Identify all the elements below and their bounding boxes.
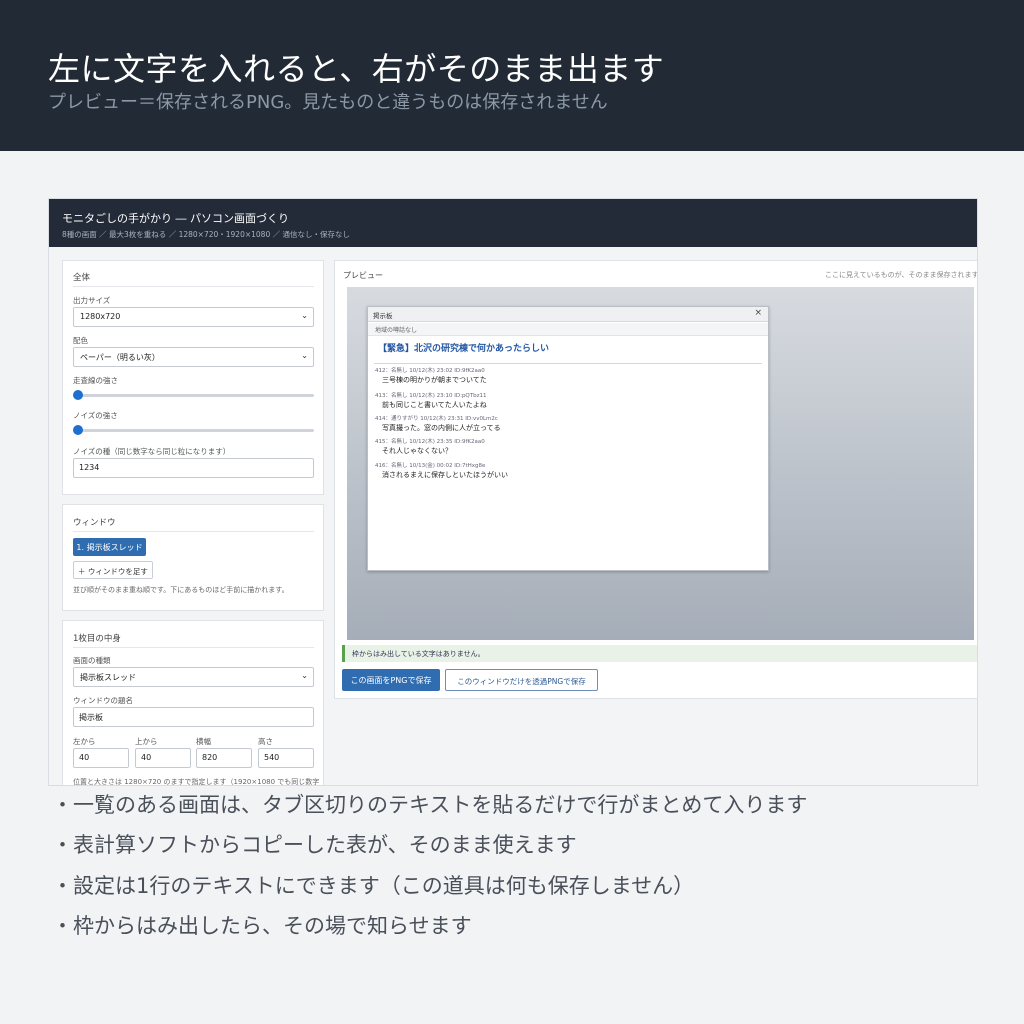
chevron-down-icon: ⌄ [301,311,308,320]
output-size-label: 出力サイズ [73,296,111,305]
slider-thumb[interactable] [73,390,83,400]
height-input[interactable]: 540 [258,748,314,768]
post-meta: 414：通りすがり 10/12(木) 23:31 ID:vv0Lm2c [375,416,498,422]
post-body: 三号棟の明かりが朝までついてた [382,376,487,384]
divider [73,286,314,287]
divider [73,647,314,648]
post-meta: 413：名無し 10/12(木) 23:10 ID:pQTbz11 [375,393,487,399]
output-size-select[interactable]: 1280x720 ⌄ [73,307,314,327]
noise-label: ノイズの強さ [73,411,118,420]
list-item: ・一覧のある画面は、タブ区切りのテキストを貼るだけで行がまとめて入ります [52,793,808,817]
color-select[interactable]: ペーパー（明るい灰） ⌄ [73,347,314,367]
app-header: モニタごしの手がかり ― パソコン画面づくり 8種の画面 ／ 最大3枚を重ねる … [49,199,977,247]
left-input[interactable]: 40 [73,748,129,768]
color-label: 配色 [73,336,88,345]
screen-type-select[interactable]: 掲示板スレッド ⌄ [73,667,314,687]
type-label: 画面の種類 [73,656,111,665]
seed-label: ノイズの種（同じ数字なら同じ粒になります） [73,447,231,456]
color-value: ペーパー（明るい灰） [80,353,160,362]
save-png-button[interactable]: この画面をPNGで保存 [342,669,440,691]
app-title: モニタごしの手がかり ― パソコン画面づくり [62,212,289,225]
list-item: ・設定は1行のテキストにできます（この道具は何も保存しません） [52,874,695,898]
post-body: 消されるまえに保存しといたほうがいい [382,471,508,479]
hero-title: 左に文字を入れると、右がそのまま出ます [48,50,665,88]
slider-track [73,429,314,432]
save-window-png-button[interactable]: このウィンドウだけを透過PNGで保存 [445,669,598,691]
list-item: ・表計算ソフトからコピーした表が、そのまま使えます [52,833,577,857]
app-subtitle: 8種の画面 ／ 最大3枚を重ねる ／ 1280×720・1920×1080 ／ … [62,230,350,239]
overflow-status: 枠からはみ出している文字はありません。 [342,645,977,662]
post-body: それ人じゃなくない？ [382,447,452,455]
overflow-status-text: 枠からはみ出している文字はありません。 [352,650,485,658]
window-title: 掲示板 [373,312,393,320]
add-window-button[interactable]: ＋ ウィンドウを足す [73,561,153,579]
left-label: 左から [73,737,96,746]
post-body: 前も同じこと書いてた人いたよね [382,401,487,409]
slider-thumb[interactable] [73,425,83,435]
app-screenshot: モニタごしの手がかり ― パソコン画面づくり 8種の画面 ／ 最大3枚を重ねる … [48,198,978,786]
overall-settings-card: 全体 出力サイズ 1280x720 ⌄ 配色 ペーパー（明るい灰） ⌄ 走査線の強さ… [62,260,324,495]
post-meta: 416：名無し 10/13(金) 00:02 ID:7tHxg8e [375,463,486,469]
scanline-label: 走査線の強さ [73,376,118,385]
post-meta: 415：名無し 10/12(木) 23:35 ID:9fK2aa0 [375,439,485,445]
post-meta: 412：名無し 10/12(木) 23:02 ID:9fK2aa0 [375,368,485,374]
preview-heading: プレビュー [343,271,383,280]
scanline-slider[interactable] [73,390,314,400]
screen-type-value: 掲示板スレッド [80,673,136,682]
noise-slider[interactable] [73,425,314,435]
chevron-down-icon: ⌄ [301,671,308,680]
post-body: 写真撮った。窓の内側に人が立ってる [382,424,501,432]
hero-banner: 左に文字を入れると、右がそのまま出ます プレビュー＝保存されるPNG。見たものと… [0,0,1024,151]
divider [73,531,314,532]
hero-subtitle: プレビュー＝保存されるPNG。見たものと違うものは保存されません [48,92,608,113]
window-name-label: ウィンドウの題名 [73,696,133,705]
board-name: 地域の噂話なし [375,327,418,334]
seed-input[interactable]: 1234 [73,458,314,478]
top-label: 上から [135,737,158,746]
content-heading: 1枚目の中身 [73,634,121,644]
window-item-1[interactable]: 1. 掲示板スレッド [73,538,146,556]
board-name-bar: 地域の噂話なし [368,323,768,336]
width-label: 横幅 [196,737,211,746]
thread-title: 【緊急】北沢の研究棟で何かあったらしい [378,344,550,354]
slider-track [73,394,314,397]
board-window[interactable]: 掲示板 × 地域の噂話なし 【緊急】北沢の研究棟で何かあったらしい 412：名無… [367,306,769,571]
overall-heading: 全体 [73,273,91,283]
close-icon[interactable]: × [754,308,762,318]
preview-hint: ここに見えているものが、そのまま保存されます [825,271,978,279]
height-label: 高さ [258,737,273,746]
position-note: 位置と大きさは 1280×720 のますで指定します（1920×1080 でも同… [73,778,320,786]
preview-panel: プレビュー ここに見えているものが、そのまま保存されます 掲示板 × 地域の噂話… [334,260,978,699]
width-input[interactable]: 820 [196,748,252,768]
windows-heading: ウィンドウ [73,518,116,528]
window-titlebar[interactable]: 掲示板 × [368,307,768,322]
output-size-value: 1280x720 [80,312,121,321]
windows-note: 並び順がそのまま重ね順です。下にあるものほど手前に描かれます。 [73,586,289,594]
divider [374,363,762,364]
chevron-down-icon: ⌄ [301,351,308,360]
window-content-card: 1枚目の中身 画面の種類 掲示板スレッド ⌄ ウィンドウの題名 掲示板 左から 上… [62,620,324,786]
window-name-input[interactable]: 掲示板 [73,707,314,727]
top-input[interactable]: 40 [135,748,191,768]
windows-card: ウィンドウ 1. 掲示板スレッド ＋ ウィンドウを足す 並び順がそのまま重ね順で… [62,504,324,611]
preview-canvas: 掲示板 × 地域の噂話なし 【緊急】北沢の研究棟で何かあったらしい 412：名無… [347,287,974,640]
list-item: ・枠からはみ出したら、その場で知らせます [52,914,472,938]
